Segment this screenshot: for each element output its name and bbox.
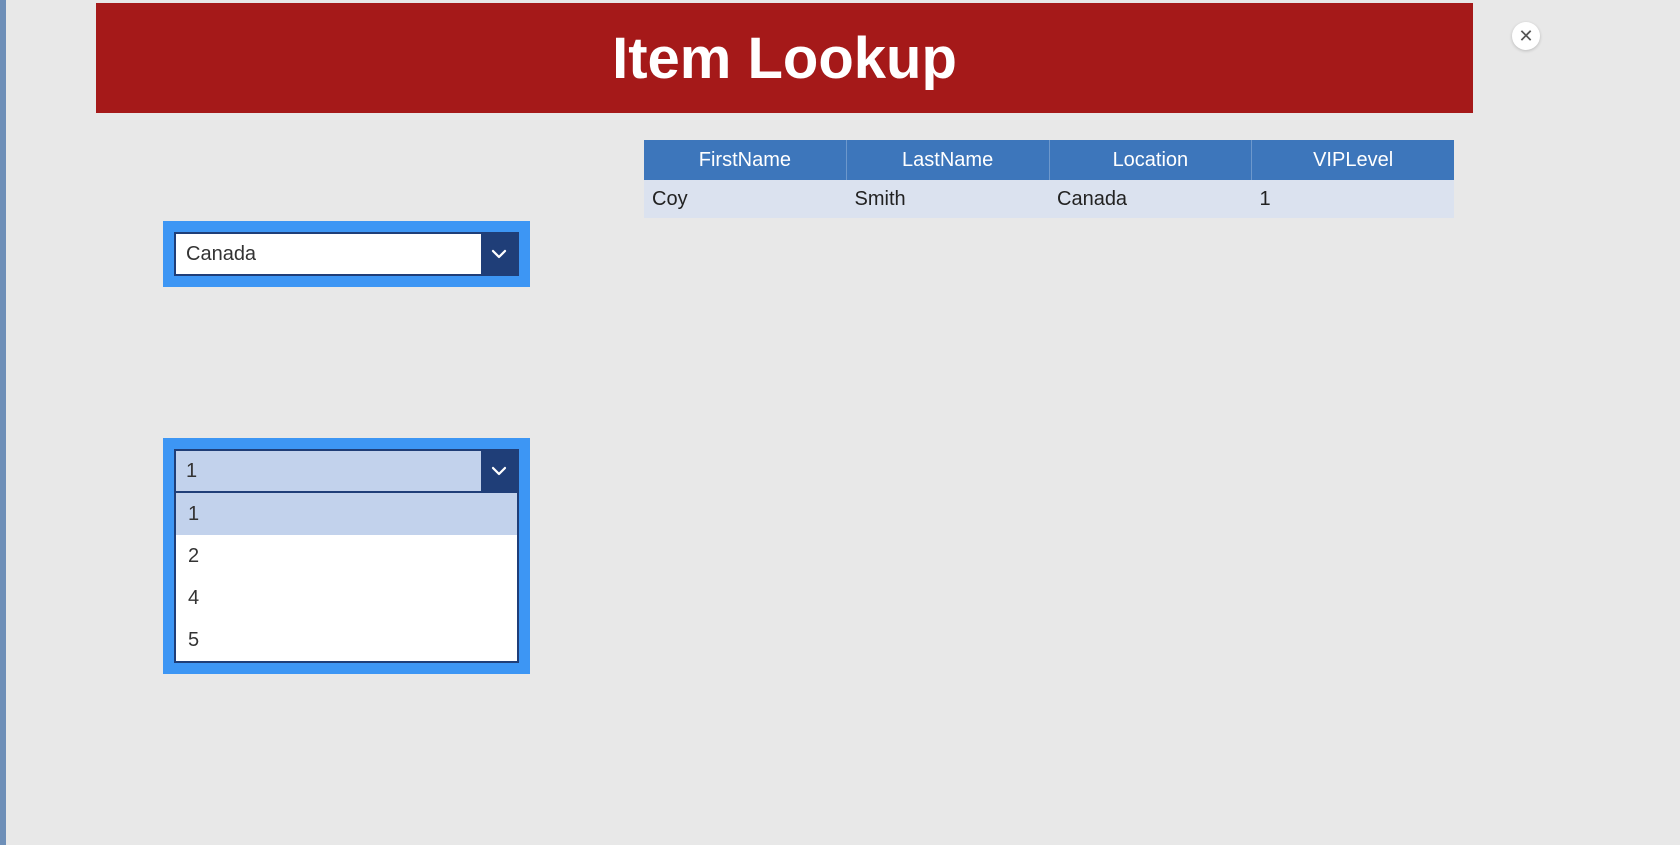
cell-lastname: Smith [847, 188, 1050, 211]
cell-viplevel: 1 [1252, 188, 1455, 211]
location-combo[interactable]: Canada [174, 232, 519, 276]
column-viplevel[interactable]: VIPLevel [1252, 140, 1454, 180]
viplevel-option[interactable]: 2 [176, 535, 517, 577]
chevron-down-icon[interactable] [481, 234, 517, 274]
table-row[interactable]: Coy Smith Canada 1 [644, 180, 1454, 218]
viplevel-option[interactable]: 1 [176, 493, 517, 535]
viplevel-option[interactable]: 5 [176, 619, 517, 661]
column-lastname[interactable]: LastName [847, 140, 1050, 180]
close-button[interactable]: ✕ [1512, 22, 1540, 50]
viplevel-combo[interactable]: 1 [174, 449, 519, 493]
column-firstname[interactable]: FirstName [644, 140, 847, 180]
viplevel-option[interactable]: 4 [176, 577, 517, 619]
page-title: Item Lookup [612, 25, 957, 92]
viplevel-combo-value: 1 [176, 451, 481, 491]
viplevel-dropdown: 1 2 4 5 [174, 493, 519, 663]
close-icon: ✕ [1518, 27, 1533, 45]
results-table: FirstName LastName Location VIPLevel Coy… [644, 140, 1454, 218]
location-combo-value: Canada [176, 234, 481, 274]
table-header: FirstName LastName Location VIPLevel [644, 140, 1454, 180]
page-header: Item Lookup [96, 3, 1473, 113]
viplevel-combo-container: 1 1 2 4 5 [163, 438, 530, 674]
cell-firstname: Coy [644, 188, 847, 211]
cell-location: Canada [1049, 188, 1252, 211]
column-location[interactable]: Location [1050, 140, 1253, 180]
location-combo-container: Canada [163, 221, 530, 287]
chevron-down-icon[interactable] [481, 451, 517, 491]
